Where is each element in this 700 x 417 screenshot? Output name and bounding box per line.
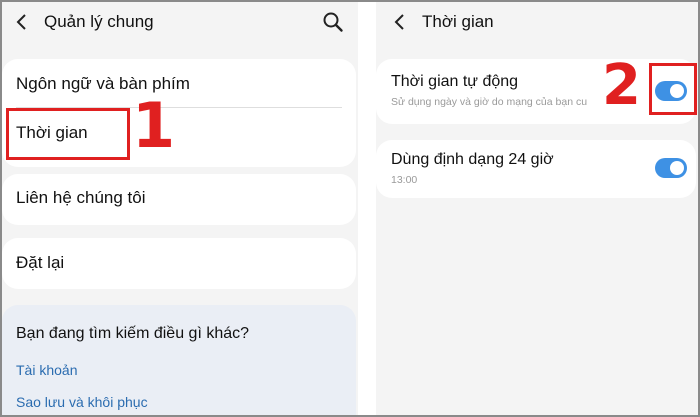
screenshot-frame: Quản lý chung Ngôn ngữ và bàn phím Thời … <box>0 0 700 417</box>
step-number-2: 2 <box>602 53 641 118</box>
general-management-screen: Quản lý chung Ngôn ngữ và bàn phím Thời … <box>2 2 358 415</box>
page-title: Thời gian <box>422 12 494 31</box>
time-settings-screen: Thời gian Thời gian tự động Sử dụng ngày… <box>376 2 698 415</box>
setting-subtitle-auto-time: Sử dụng ngày và giờ do mạng của bạn cung… <box>391 96 587 108</box>
page-title: Quản lý chung <box>44 12 154 31</box>
highlight-box-toggle <box>649 63 697 115</box>
highlight-box-time <box>6 108 130 160</box>
menu-item-reset[interactable]: Đặt lại <box>16 253 64 273</box>
right-header: Thời gian <box>376 2 698 42</box>
search-icon[interactable] <box>322 11 344 33</box>
setting-card-24h: Dùng định dạng 24 giờ 13:00 <box>376 140 696 198</box>
setting-label-auto-time: Thời gian tự động <box>391 73 519 90</box>
help-question: Bạn đang tìm kiếm điều gì khác? <box>16 325 250 342</box>
settings-card-reset: Đặt lại <box>2 238 356 289</box>
screen-gap <box>358 2 376 415</box>
help-section: Bạn đang tìm kiếm điều gì khác? Tài khoả… <box>2 305 356 415</box>
left-header: Quản lý chung <box>2 2 358 42</box>
setting-label-24h-format: Dùng định dạng 24 giờ <box>391 151 554 168</box>
menu-item-contact-us[interactable]: Liên hệ chúng tôi <box>16 188 146 208</box>
24h-format-toggle[interactable] <box>655 158 687 178</box>
setting-card-auto-time: Thời gian tự động Sử dụng ngày và giờ do… <box>376 59 696 124</box>
back-arrow-icon[interactable] <box>390 12 410 32</box>
link-account[interactable]: Tài khoản <box>16 362 77 378</box>
step-number-1: 1 <box>132 89 176 162</box>
settings-card-contact: Liên hệ chúng tôi <box>2 174 356 225</box>
link-backup-restore[interactable]: Sao lưu và khôi phục <box>16 394 148 410</box>
setting-subtitle-24h-format: 13:00 <box>391 174 418 186</box>
back-arrow-icon[interactable] <box>12 12 32 32</box>
toggle-knob <box>670 161 684 175</box>
